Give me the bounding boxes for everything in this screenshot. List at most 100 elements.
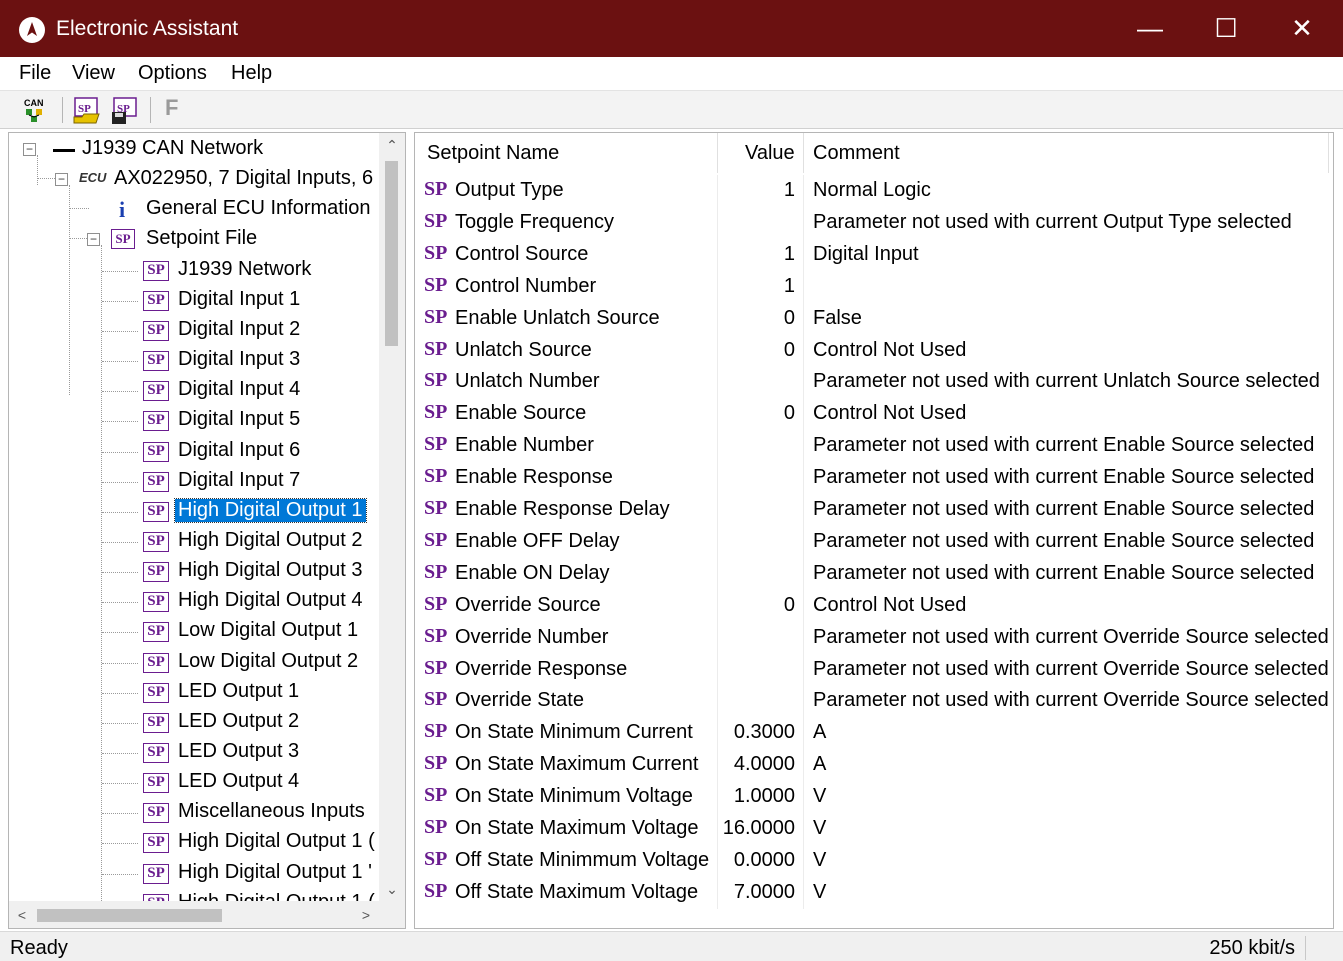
setpoint-value[interactable]: 0 <box>715 339 795 362</box>
list-row[interactable]: SP Enable ON Delay Parameter not used with… <box>415 557 1333 590</box>
setpoint-value[interactable]: 1 <box>715 243 795 266</box>
column-header-setpoint-name[interactable]: Setpoint Name <box>427 133 559 173</box>
list-row[interactable]: SP Control Number 1 <box>415 270 1333 303</box>
can-connect-icon[interactable]: CAN <box>22 95 52 125</box>
list-row[interactable]: SP Output Type 1 Normal Logic <box>415 175 1333 207</box>
list-row[interactable]: SP Enable Response Delay Parameter not use… <box>415 494 1333 526</box>
tree-node-label-selected: High Digital Output 1 <box>174 497 367 523</box>
maximize-button[interactable]: ☐ <box>1188 0 1264 57</box>
column-header-comment[interactable]: Comment <box>813 133 900 173</box>
list-row[interactable]: SP Enable Response Parameter not used with… <box>415 462 1333 495</box>
setpoint-value[interactable]: 1 <box>715 179 795 202</box>
tree-connector <box>102 300 138 302</box>
tree-node-setpoint-group[interactable]: SP Digital Input 3 <box>9 346 379 376</box>
list-row[interactable]: SP Override Source 0 Control Not Used <box>415 589 1333 622</box>
tree-view[interactable]: − J1939 CAN Network − ECU AX022950, 7 Digita… <box>8 132 406 929</box>
tree-node-general-ecu-information[interactable]: i General ECU Information <box>9 195 379 225</box>
tree-node-label: Digital Input 4 <box>178 378 301 401</box>
tree-vertical-scrollbar[interactable]: ⌃ ⌄ <box>379 133 405 901</box>
tree-node-setpoint-group[interactable]: SP Digital Input 6 <box>9 437 379 467</box>
setpoint-value[interactable]: 0 <box>715 402 795 425</box>
column-divider[interactable] <box>803 133 804 173</box>
list-row[interactable]: SP Toggle Frequency Parameter not used wit… <box>415 206 1333 239</box>
scroll-left-icon[interactable]: < <box>9 901 35 928</box>
setpoint-value[interactable]: 1 <box>715 275 795 298</box>
list-row[interactable]: SP On State Maximum Current 4.0000 A <box>415 749 1333 782</box>
tree-node-setpoint-group[interactable]: SP Digital Input 4 <box>9 376 379 406</box>
list-row[interactable]: SP Control Source 1 Digital Input <box>415 238 1333 271</box>
tree-node-setpoint-group[interactable]: SP High Digital Output 4 <box>9 587 379 617</box>
vertical-scroll-thumb[interactable] <box>385 161 398 346</box>
tree-node-setpoint-group[interactable]: SP Low Digital Output 2 <box>9 648 379 678</box>
setpoint-value[interactable]: 16.0000 <box>715 817 795 840</box>
list-row[interactable]: SP Off State Maximum Voltage 7.0000 V <box>415 876 1333 909</box>
close-button[interactable]: ✕ <box>1264 0 1340 57</box>
horizontal-scroll-thumb[interactable] <box>37 909 222 922</box>
column-header-value[interactable]: Value <box>745 133 795 173</box>
tree-connector <box>102 481 138 483</box>
tree-node-setpoint-group[interactable]: SP Digital Input 7 <box>9 467 379 497</box>
tree-node-label: Low Digital Output 2 <box>178 649 359 672</box>
list-row[interactable]: SP Override State Parameter not used with … <box>415 685 1333 718</box>
list-row[interactable]: SP On State Maximum Voltage 16.0000 V <box>415 813 1333 845</box>
sp-icon: SP <box>424 688 448 711</box>
setpoint-value[interactable]: 0 <box>715 594 795 617</box>
tree-node-setpoint-group[interactable]: SP LED Output 3 <box>9 738 379 768</box>
list-row[interactable]: SP Unlatch Number Parameter not used with … <box>415 366 1333 399</box>
column-divider[interactable] <box>717 133 718 173</box>
tree-node-root[interactable]: − J1939 CAN Network <box>9 135 379 165</box>
list-row[interactable]: SP Enable Source 0 Control Not Used <box>415 398 1333 431</box>
tree-node-setpoint-group[interactable]: SP Digital Input 2 <box>9 316 379 346</box>
list-row[interactable]: SP On State Minimum Voltage 1.0000 V <box>415 781 1333 814</box>
tree-node-setpoint-group[interactable]: SP High Digital Output 1 <box>9 497 379 527</box>
tree-node-label: High Digital Output 2 <box>178 528 363 551</box>
list-row[interactable]: SP Off State Minimmum Voltage 0.0000 V <box>415 844 1333 877</box>
scroll-down-icon[interactable]: ⌄ <box>379 877 405 901</box>
open-setpoint-file-icon[interactable]: SP <box>72 95 102 125</box>
tree-node-setpoint-group[interactable]: SP High Digital Output 2 <box>9 527 379 557</box>
setpoint-value[interactable]: 4.0000 <box>715 753 795 776</box>
list-row[interactable]: SP Unlatch Source 0 Control Not Used <box>415 334 1333 367</box>
tree-node-setpoint-group[interactable]: SP High Digital Output 3 <box>9 557 379 587</box>
list-row[interactable]: SP Enable OFF Delay Parameter not used wit… <box>415 525 1333 558</box>
menu-options[interactable]: Options <box>138 62 207 85</box>
collapse-toggle-icon[interactable]: − <box>23 143 36 156</box>
setpoint-value[interactable]: 1.0000 <box>715 785 795 808</box>
minimize-button[interactable]: — <box>1112 0 1188 57</box>
tree-node-ecu[interactable]: − ECU AX022950, 7 Digital Inputs, 6 D <box>9 165 393 195</box>
tree-node-setpoint-group[interactable]: SP High Digital Output 1 ' <box>9 859 379 889</box>
tree-node-setpoint-group[interactable]: SP Digital Input 5 <box>9 406 379 436</box>
cell-divider <box>717 206 718 239</box>
tree-node-setpoint-group[interactable]: SP LED Output 1 <box>9 678 379 708</box>
list-row[interactable]: SP Enable Number Parameter not used with c… <box>415 430 1333 463</box>
menu-view[interactable]: View <box>72 62 115 85</box>
tree-node-setpoint-file[interactable]: − SP Setpoint File <box>9 225 379 255</box>
tree-horizontal-scrollbar[interactable]: < > <box>9 901 379 928</box>
scroll-up-icon[interactable]: ⌃ <box>379 133 405 157</box>
tree-node-setpoint-group[interactable]: SP J1939 Network <box>9 256 379 286</box>
sp-icon: SP <box>424 879 448 902</box>
list-row[interactable]: SP Override Number Parameter not used with… <box>415 621 1333 654</box>
list-row[interactable]: SP Override Response Parameter not used wi… <box>415 653 1333 686</box>
tree-node-setpoint-group[interactable]: SP Low Digital Output 1 <box>9 617 379 647</box>
list-row[interactable]: SP Enable Unlatch Source 0 False <box>415 302 1333 335</box>
collapse-toggle-icon[interactable]: − <box>55 173 68 187</box>
menu-help[interactable]: Help <box>231 62 272 85</box>
setpoint-list[interactable]: Setpoint Name Value Comment SP Output Typ… <box>414 132 1334 929</box>
menu-file[interactable]: File <box>19 62 51 85</box>
tree-node-setpoint-group[interactable]: SP Digital Input 1 <box>9 286 379 316</box>
setpoint-value[interactable]: 0.3000 <box>715 721 795 744</box>
cell-divider <box>717 525 718 558</box>
tree-node-setpoint-group[interactable]: SP High Digital Output 1 ( <box>9 828 379 858</box>
setpoint-value[interactable]: 0 <box>715 307 795 330</box>
column-divider[interactable] <box>1328 133 1329 173</box>
save-setpoint-file-icon[interactable]: SP <box>110 95 140 125</box>
setpoint-value[interactable]: 7.0000 <box>715 881 795 904</box>
list-row[interactable]: SP On State Minimum Current 0.3000 A <box>415 717 1333 750</box>
tree-node-setpoint-group[interactable]: SP LED Output 2 <box>9 708 379 738</box>
setpoint-value[interactable]: 0.0000 <box>715 849 795 872</box>
tree-node-setpoint-group[interactable]: SP LED Output 4 <box>9 768 379 798</box>
tree-node-setpoint-group[interactable]: SP Miscellaneous Inputs <box>9 798 379 828</box>
collapse-toggle-icon[interactable]: − <box>87 233 100 247</box>
scroll-right-icon[interactable]: > <box>353 901 379 928</box>
